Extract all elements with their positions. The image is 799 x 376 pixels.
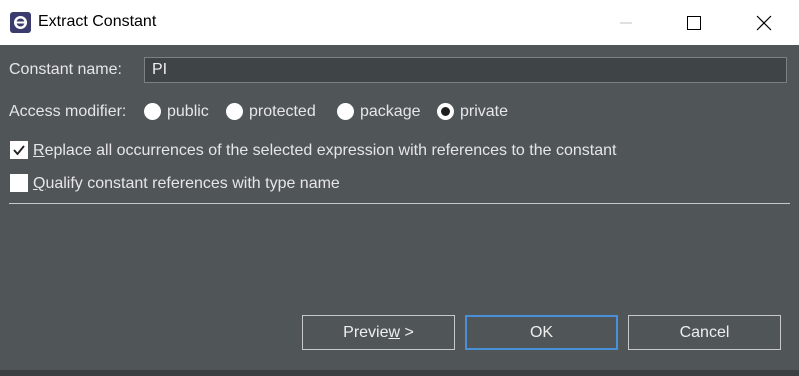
minimize-button[interactable] (603, 0, 649, 45)
preview-button[interactable]: Previe w > (302, 315, 455, 350)
preview-label-mnemonic: w (388, 323, 401, 341)
window-title: Extract Constant (38, 13, 157, 30)
constant-name-label: Constant name: (9, 61, 122, 78)
ok-button[interactable]: OK (465, 315, 618, 350)
radio-package-label[interactable]: package (360, 103, 421, 121)
radio-private-label[interactable]: private (460, 103, 508, 121)
radio-public[interactable] (144, 103, 161, 120)
replace-all-checkbox[interactable] (10, 141, 28, 159)
qualify-references-checkbox[interactable] (10, 174, 28, 192)
ok-label: OK (529, 323, 554, 341)
close-button[interactable] (741, 0, 787, 45)
separator (9, 203, 790, 204)
radio-protected[interactable] (226, 103, 243, 120)
cancel-label: Cancel (679, 323, 730, 341)
eclipse-app-icon (10, 12, 31, 33)
cancel-button[interactable]: Cancel (628, 315, 781, 350)
checkmark-icon (13, 145, 25, 156)
minimize-icon (620, 22, 632, 23)
radio-public-label[interactable]: public (167, 103, 209, 121)
replace-all-label[interactable]: Replace all occurrences of the selected … (33, 142, 616, 160)
radio-private[interactable] (437, 103, 454, 120)
access-modifier-label: Access modifier: (9, 103, 127, 120)
title-bar: Extract Constant (0, 0, 799, 45)
radio-protected-label[interactable]: protected (249, 103, 316, 121)
qualify-references-label[interactable]: Qualify constant references with type na… (33, 175, 340, 193)
preview-label-pre: Previe (343, 323, 389, 341)
radio-package[interactable] (337, 103, 354, 120)
constant-name-input[interactable] (144, 57, 787, 83)
preview-label-post: > (400, 323, 414, 341)
close-icon (756, 15, 772, 30)
maximize-icon (687, 15, 701, 30)
bottom-edge (0, 370, 799, 376)
maximize-button[interactable] (671, 0, 717, 45)
